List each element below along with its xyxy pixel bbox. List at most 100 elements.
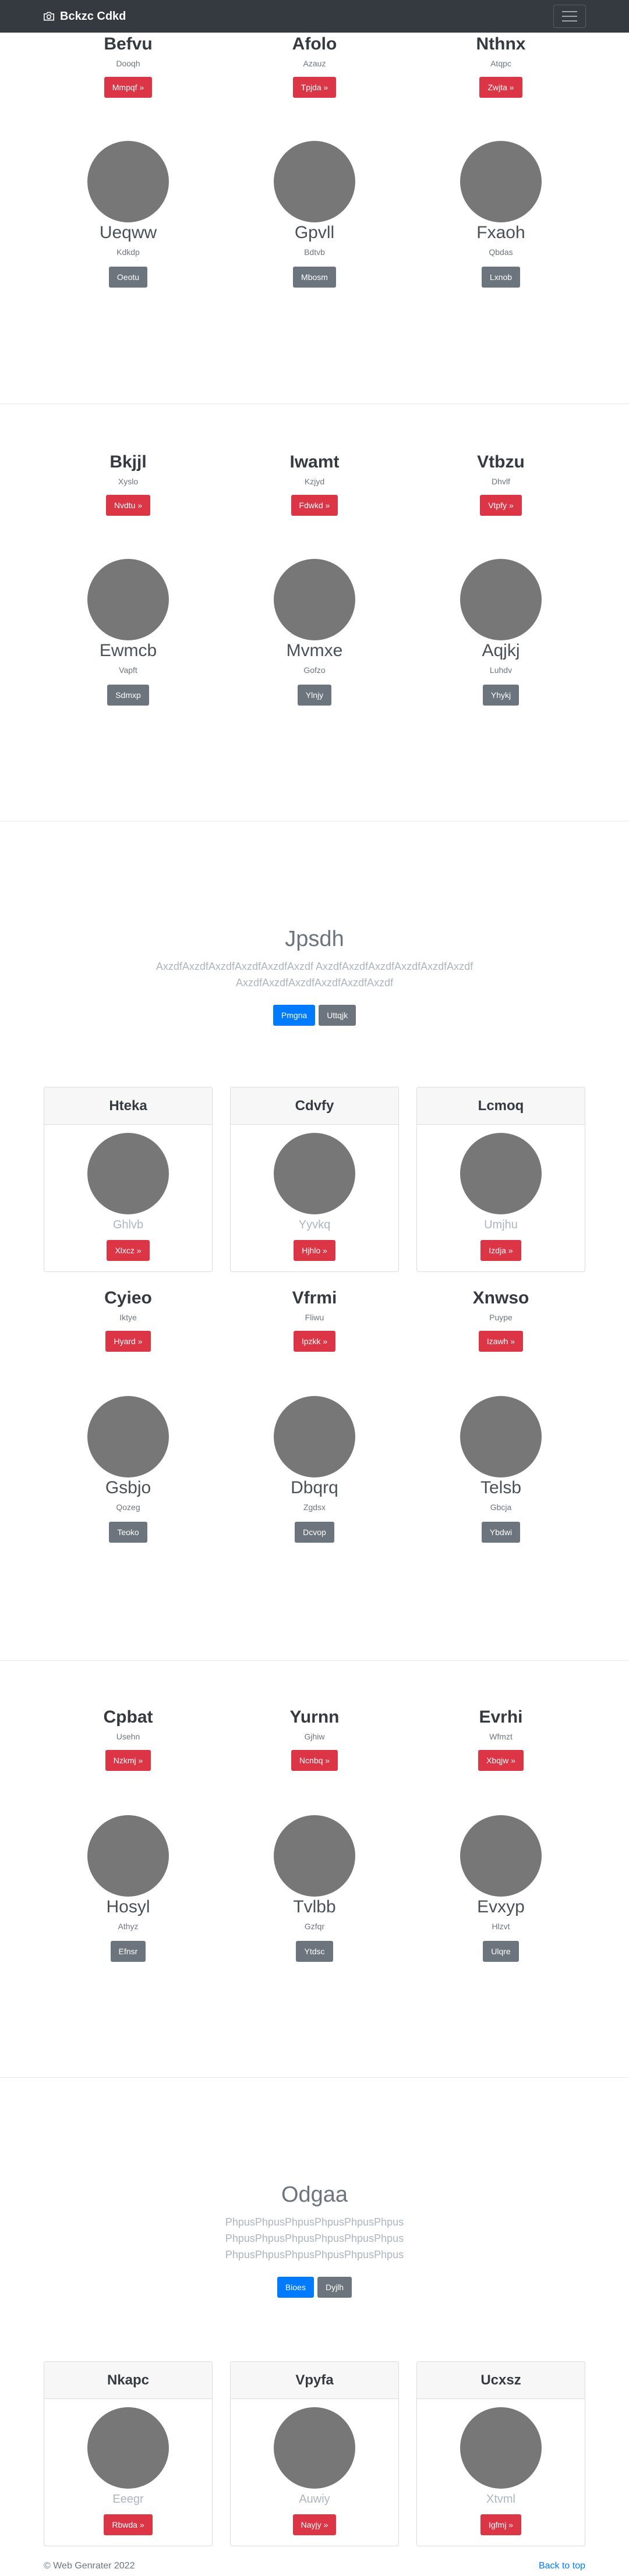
featured-name: Nthnx <box>476 34 526 54</box>
card-body: Yyvkq Hjhlo » <box>231 1125 398 1271</box>
jumbotron-primary-button[interactable]: Pmgna <box>273 1005 316 1026</box>
profile-button[interactable]: Oeotu <box>108 267 148 288</box>
featured-item: Yurnn Gjhiw Ncnbq » <box>230 1707 399 1771</box>
card-body: Umjhu Izdja » <box>417 1125 585 1271</box>
featured-subtitle: Dooqh <box>116 59 140 68</box>
profile-name: Gpvll <box>294 223 335 242</box>
profile-name: Telsb <box>480 1478 522 1497</box>
card: Hteka Ghlvb Xlxcz » <box>44 1087 213 1272</box>
profile-subtitle: Qbdas <box>489 247 513 257</box>
jumbotron: Odgaa PhpusPhpusPhpusPhpusPhpusPhpus Php… <box>0 2181 629 2298</box>
featured-button[interactable]: Vtpfy » <box>480 495 522 516</box>
avatar-placeholder <box>87 1396 169 1477</box>
featured-item: Afolo Azauz Tpjda » <box>230 34 399 98</box>
profile-item: Mvmxe Gofzo Ylnjy <box>230 559 399 706</box>
jumbotron-primary-button[interactable]: Bioes <box>277 2277 314 2298</box>
featured-subtitle: Azauz <box>303 59 326 68</box>
profile-button[interactable]: Ytdsc <box>296 1941 333 1962</box>
featured-button[interactable]: Izawh » <box>478 1331 524 1352</box>
profile-button[interactable]: Mbosm <box>293 267 336 288</box>
jumbotron-lead: AxzdfAxzdfAxzdfAxzdfAxzdfAxzdf AxzdfAxzd… <box>156 961 473 988</box>
profile-button[interactable]: Ybdwi <box>481 1522 521 1543</box>
profile-button[interactable]: Efnsr <box>110 1941 146 1962</box>
avatar-placeholder <box>274 141 355 222</box>
jumbotron-secondary-button[interactable]: Uttqjk <box>319 1005 356 1026</box>
card-button[interactable]: Rbwda » <box>104 2514 153 2535</box>
avatar-placeholder <box>460 2407 542 2489</box>
profile-row-2: Ewmcb Vapft Sdmxp Mvmxe Gofzo Ylnjy Aqjk… <box>44 559 585 706</box>
card-subtitle: Yyvkq <box>298 1218 331 1231</box>
avatar-placeholder <box>460 1815 542 1897</box>
featured-button[interactable]: Xbqjw » <box>478 1750 524 1771</box>
featured-subtitle: Atqpc <box>490 59 511 68</box>
profile-name: Evxyp <box>477 1897 525 1916</box>
profile-button[interactable]: Dcvop <box>295 1522 334 1543</box>
avatar-placeholder <box>274 2407 355 2489</box>
featured-name: Bkjjl <box>109 452 147 472</box>
avatar-placeholder <box>87 1815 169 1897</box>
profile-item: Aqjkj Luhdv Yhykj <box>416 559 585 706</box>
profile-subtitle: Gbcja <box>490 1503 512 1512</box>
card: Ucxsz Xtvml Igfmj » <box>416 2361 585 2546</box>
profile-button[interactable]: Sdmxp <box>107 685 149 706</box>
featured-subtitle: Iktye <box>119 1313 137 1322</box>
card-subtitle: Umjhu <box>484 1218 518 1231</box>
featured-button[interactable]: Ipzkk » <box>293 1331 336 1352</box>
avatar-placeholder <box>274 1133 355 1214</box>
avatar-placeholder <box>87 1133 169 1214</box>
profile-name: Tvlbb <box>293 1897 336 1916</box>
featured-button[interactable]: Mmpqf » <box>104 77 153 98</box>
jumbotron-secondary-button[interactable]: Dyjlh <box>317 2277 352 2298</box>
featured-row-4: Cpbat Usehn Nzkmj » Yurnn Gjhiw Ncnbq » … <box>44 1707 585 1771</box>
copyright-text: © Web Genrater 2022 <box>44 2561 135 2571</box>
profile-button[interactable]: Ylnjy <box>297 685 332 706</box>
card-button[interactable]: Igfmj » <box>480 2514 521 2535</box>
featured-name: Befvu <box>104 34 153 54</box>
featured-button[interactable]: Ncnbq » <box>291 1750 338 1771</box>
featured-button[interactable]: Hyard » <box>105 1331 151 1352</box>
card: Lcmoq Umjhu Izdja » <box>416 1087 585 1272</box>
hamburger-icon <box>562 11 577 12</box>
avatar-placeholder <box>274 1396 355 1477</box>
jumbotron-actions: Bioes Dyjlh <box>0 2277 629 2298</box>
avatar-placeholder <box>460 1396 542 1477</box>
card-row-1: Hteka Ghlvb Xlxcz » Cdvfy Yyvkq Hjhlo » … <box>44 1087 585 1272</box>
featured-item: Iwamt Kzjyd Fdwkd » <box>230 452 399 516</box>
card-title: Hteka <box>44 1087 212 1125</box>
profile-button[interactable]: Yhykj <box>482 685 520 706</box>
featured-subtitle: Xyslo <box>118 477 139 486</box>
jumbotron-lead: PhpusPhpusPhpusPhpusPhpusPhpus PhpusPhpu… <box>225 2216 404 2260</box>
featured-button[interactable]: Nzkmj » <box>105 1750 151 1771</box>
profile-subtitle: Luhdv <box>489 665 513 675</box>
featured-name: Cyieo <box>104 1288 152 1308</box>
featured-button[interactable]: Tpjda » <box>292 77 337 98</box>
card-subtitle: Xtvml <box>486 2493 515 2506</box>
profile-subtitle: Vapft <box>119 665 137 675</box>
featured-item: Befvu Dooqh Mmpqf » <box>44 34 213 98</box>
profile-name: Aqjkj <box>482 641 520 660</box>
section-divider <box>0 2077 629 2078</box>
hamburger-menu-button[interactable] <box>553 5 586 28</box>
profile-button[interactable]: Lxnob <box>481 267 521 288</box>
featured-button[interactable]: Fdwkd » <box>291 495 338 516</box>
profile-item: Tvlbb Gzfqr Ytdsc <box>230 1815 399 1962</box>
profile-row-4: Hosyl Athyz Efnsr Tvlbb Gzfqr Ytdsc Evxy… <box>44 1815 585 1962</box>
profile-button[interactable]: Teoko <box>109 1522 147 1543</box>
profile-button[interactable]: Ulqre <box>483 1941 519 1962</box>
avatar-placeholder <box>87 2407 169 2489</box>
card: Nkapc Eeegr Rbwda » <box>44 2361 213 2546</box>
back-to-top-link[interactable]: Back to top <box>539 2560 585 2572</box>
card-subtitle: Ghlvb <box>112 1218 144 1231</box>
card-button[interactable]: Hjhlo » <box>294 1240 335 1261</box>
featured-button[interactable]: Zwjta » <box>479 77 522 98</box>
profile-item: Gpvll Bdtvb Mbosm <box>230 141 399 288</box>
card-button[interactable]: Nayjy » <box>292 2514 337 2535</box>
featured-item: Evrhi Wfmzt Xbqjw » <box>416 1707 585 1771</box>
navbar-brand[interactable]: Bckzc Cdkd <box>43 10 126 23</box>
card-subtitle: Auwiy <box>299 2493 330 2506</box>
featured-button[interactable]: Nvdtu » <box>105 495 151 516</box>
card-button[interactable]: Izdja » <box>480 1240 521 1261</box>
profile-name: Gsbjo <box>105 1478 151 1497</box>
profile-item: Ueqww Kdkdp Oeotu <box>44 141 213 288</box>
card-button[interactable]: Xlxcz » <box>107 1240 150 1261</box>
